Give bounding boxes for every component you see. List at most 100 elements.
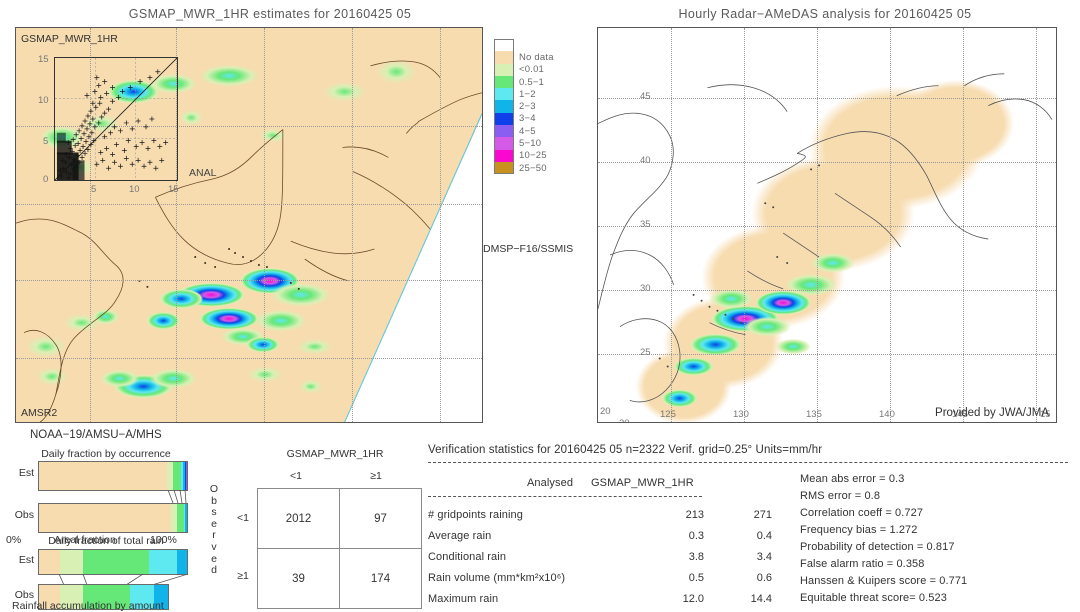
bar-segment bbox=[176, 504, 185, 532]
data-credit: Provided by JWA/JMA bbox=[935, 407, 1049, 419]
gridline bbox=[1036, 28, 1037, 422]
scatter-inset[interactable] bbox=[54, 57, 178, 181]
lon-tick-140: 140 bbox=[879, 409, 895, 420]
gridline bbox=[598, 290, 1056, 291]
gridline bbox=[671, 28, 672, 422]
colorbar-swatch bbox=[494, 63, 514, 76]
bar-segment bbox=[59, 550, 84, 574]
colorbar-swatch bbox=[494, 161, 514, 175]
bar-segment bbox=[39, 504, 172, 532]
stat-row-label-gridpoints: # gridpoints raining bbox=[428, 509, 523, 521]
bar-segment bbox=[176, 550, 187, 574]
contingency-cell-hit: 174 bbox=[339, 548, 422, 609]
inset-xtick-5: 5 bbox=[91, 184, 97, 195]
gridline bbox=[440, 28, 441, 422]
bar-segment bbox=[148, 550, 177, 574]
contingency-cell-miss: 39 bbox=[257, 548, 340, 609]
colorbar-label: 25−50 bbox=[519, 162, 547, 174]
stat-model-rain-volume: 0.6 bbox=[756, 572, 772, 584]
verification-rule-top bbox=[428, 462, 1068, 463]
stat-row-label-conditional-rain: Conditional rain bbox=[428, 551, 507, 563]
lat-tick-45: 45 bbox=[640, 91, 651, 102]
contingency-row-header-lt1: <1 bbox=[237, 512, 249, 524]
occurrence-connector-lines bbox=[167, 490, 187, 503]
gridline bbox=[817, 28, 818, 422]
colorbar-entry: 25−50 bbox=[494, 161, 554, 175]
precipitation-colorbar[interactable]: No data <0.01 0.5−1 1−2 2−3 3−4 4−5 5−10… bbox=[494, 39, 554, 175]
colorbar-swatch bbox=[494, 100, 514, 113]
stat-row-label-maximum-rain: Maximum rain bbox=[428, 593, 499, 605]
totalrain-axis-label: Rainfall accumulation by amount bbox=[12, 600, 164, 612]
colorbar-label: 0.5−1 bbox=[519, 76, 545, 88]
totalrain-bar-est[interactable] bbox=[38, 549, 188, 575]
gridline bbox=[744, 28, 745, 422]
stat-analysed-conditional-rain: 3.8 bbox=[688, 551, 704, 563]
lat-tick-30: 30 bbox=[640, 283, 651, 294]
dmsp-swath-label: DMSP−F16/SSMIS bbox=[483, 243, 574, 255]
gridline bbox=[352, 28, 353, 422]
contingency-title: GSMAP_MWR_1HR bbox=[286, 448, 384, 460]
colorbar-swatch bbox=[494, 39, 514, 52]
colorbar-entry: 4−5 bbox=[494, 125, 554, 138]
colorbar-swatch bbox=[494, 51, 514, 64]
gsmap-estimate-map-panel[interactable]: GSMAP_MWR_1HR AMSR2 ANAL 15 10 5 0 5 10 … bbox=[15, 27, 483, 423]
gsmap-product-tag: GSMAP_MWR_1HR bbox=[21, 33, 118, 45]
bar-segment bbox=[172, 462, 182, 490]
stat-model-average-rain: 0.4 bbox=[756, 530, 772, 542]
score-probability-of-detection: Probability of detection = 0.817 bbox=[800, 541, 955, 553]
occurrence-bar-est[interactable] bbox=[38, 461, 188, 491]
colorbar-label: 5−10 bbox=[519, 138, 542, 150]
colorbar-label: 2−3 bbox=[519, 101, 536, 113]
contingency-table[interactable]: 2012 97 39 174 bbox=[257, 488, 422, 609]
bar-segment bbox=[39, 462, 168, 490]
stat-model-maximum-rain: 14.4 bbox=[750, 593, 772, 605]
table-row: 39 174 bbox=[257, 548, 422, 609]
bar-segment bbox=[185, 504, 187, 532]
stat-analysed-maximum-rain: 12.0 bbox=[682, 593, 704, 605]
contingency-cell-hit-none: 2012 bbox=[257, 488, 340, 549]
lon-tick-125: 125 bbox=[660, 409, 676, 420]
gridline bbox=[16, 358, 482, 359]
inset-xtick-10: 10 bbox=[129, 184, 140, 195]
left-panel-title: GSMAP_MWR_1HR estimates for 20160425 05 bbox=[128, 7, 412, 21]
stat-row-label-rain-volume: Rain volume (mm*km²x10⁶) bbox=[428, 572, 566, 584]
occurrence-row-label-obs: Obs bbox=[14, 509, 34, 521]
gridline bbox=[598, 226, 1056, 227]
contingency-col-header-lt1: <1 bbox=[290, 470, 302, 482]
contingency-col-header-ge1: ≥1 bbox=[370, 470, 382, 482]
totalrain-chart-title: Daily fraction of total rain bbox=[48, 535, 164, 547]
colorbar-label: <0.01 bbox=[519, 64, 545, 76]
anal-label: ANAL bbox=[189, 167, 217, 179]
gridline bbox=[598, 162, 1056, 163]
colorbar-swatch bbox=[494, 88, 514, 101]
score-rms-error: RMS error = 0.8 bbox=[800, 490, 881, 502]
radar-amedas-map-panel[interactable]: 45 40 35 30 25 20 125 130 135 140 145 15… bbox=[597, 27, 1057, 423]
colorbar-entry: No data bbox=[494, 51, 554, 64]
gridline bbox=[598, 98, 1056, 99]
colorbar-label: No data bbox=[519, 51, 554, 63]
colorbar-entry bbox=[494, 39, 554, 52]
lat-tick-35: 35 bbox=[640, 219, 651, 230]
stat-row-label-average-rain: Average rain bbox=[428, 530, 492, 542]
colorbar-entry: 3−4 bbox=[494, 112, 554, 126]
lat-tick-25: 25 bbox=[640, 347, 651, 358]
verification-rule-mid bbox=[428, 496, 702, 497]
gridline bbox=[963, 28, 964, 422]
amsr2-sensor-tag: AMSR2 bbox=[21, 407, 58, 419]
inset-ytick-10: 10 bbox=[38, 95, 49, 106]
stat-model-conditional-rain: 3.4 bbox=[756, 551, 772, 563]
gridline bbox=[264, 28, 265, 422]
score-hanssen-kuipers: Hanssen & Kuipers score = 0.771 bbox=[800, 575, 968, 587]
occurrence-chart-title: Daily fraction by occurrence bbox=[41, 448, 171, 460]
gridline bbox=[598, 354, 1056, 355]
totalrain-row-label-est: Est bbox=[18, 554, 34, 566]
colorbar-swatch bbox=[494, 137, 514, 150]
colorbar-entry: 10−25 bbox=[494, 149, 554, 162]
gridline bbox=[16, 280, 482, 281]
occurrence-bar-obs[interactable] bbox=[38, 503, 188, 533]
score-equitable-threat: Equitable threat score= 0.523 bbox=[800, 592, 947, 604]
lat-tick-40: 40 bbox=[640, 155, 651, 166]
colorbar-entry: 5−10 bbox=[494, 137, 554, 150]
bar-segment bbox=[185, 462, 187, 490]
colorbar-swatch bbox=[494, 75, 514, 89]
